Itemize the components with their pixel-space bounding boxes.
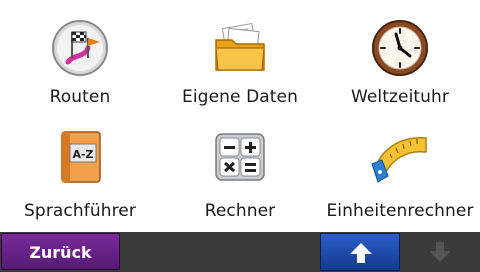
svg-text:A-Z: A-Z [72,148,93,161]
menu-item-label: Eigene Daten [182,87,298,107]
arrow-up-icon [350,243,372,263]
routes-flag-icon [52,20,108,76]
tape-measure-icon [371,137,427,183]
folder-icon [215,22,265,71]
menu-item-weltzeituhr[interactable]: Weltzeituhr [320,0,480,116]
menu-item-routen[interactable]: Routen [0,0,160,116]
tools-menu-grid: Routen Eigene Daten Weltzeituhr A-Z Spra… [0,0,480,232]
scroll-down-button[interactable] [400,233,480,271]
menu-item-label: Einheitenrechner [326,201,474,221]
menu-item-eigene-daten[interactable]: Eigene Daten [160,0,320,116]
menu-item-rechner[interactable]: Rechner [160,116,320,232]
back-button[interactable]: Zurück [1,233,120,270]
phrasebook-icon: A-Z [61,131,101,183]
scroll-up-button[interactable] [320,233,400,271]
menu-item-label: Rechner [204,201,276,221]
clock-icon [372,20,428,76]
calculator-icon [215,133,265,181]
menu-item-einheitenrechner[interactable]: Einheitenrechner [320,116,480,232]
menu-item-label: Routen [49,87,111,107]
menu-item-label: Sprachführer [24,201,136,221]
menu-item-sprachfuehrer[interactable]: A-Z Sprachführer [0,116,160,232]
arrow-down-icon [429,242,451,262]
menu-item-label: Weltzeituhr [350,87,450,107]
